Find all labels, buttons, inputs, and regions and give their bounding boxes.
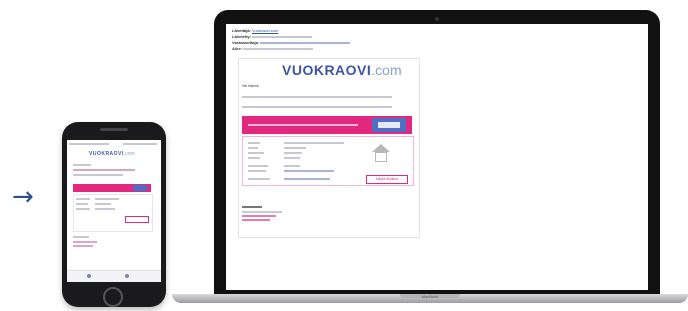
detail-value bbox=[284, 170, 334, 172]
arrow-right-icon: → bbox=[12, 182, 34, 212]
detail-label bbox=[248, 178, 270, 180]
laptop-screen: Lähettäjä: Vuokraovi.com Lähetetty: Vast… bbox=[226, 24, 648, 290]
phone-detail-line bbox=[95, 203, 111, 205]
detail-label bbox=[248, 157, 260, 159]
phone-signature-line bbox=[73, 245, 93, 247]
signature-line bbox=[242, 206, 262, 208]
phone-email-logo: VUOKRAOVI.com bbox=[89, 151, 135, 157]
phone-status-bar bbox=[69, 143, 109, 145]
phone-detail-line bbox=[76, 208, 90, 210]
signature-link[interactable] bbox=[242, 215, 276, 217]
detail-label bbox=[248, 152, 264, 154]
detail-value bbox=[284, 178, 330, 180]
phone-banner-badge bbox=[133, 185, 147, 191]
email-text-line bbox=[242, 96, 392, 98]
detail-label bbox=[248, 147, 258, 149]
detail-value bbox=[284, 152, 302, 154]
laptop-brand-label: MacBook bbox=[421, 294, 439, 299]
signature-link[interactable] bbox=[242, 219, 270, 221]
email-text-line bbox=[242, 106, 392, 108]
signature-line bbox=[242, 211, 282, 213]
phone-signature-line bbox=[73, 236, 89, 238]
phone-toolbar bbox=[123, 143, 157, 145]
phone-home-button[interactable] bbox=[103, 287, 123, 307]
phone-text-line bbox=[73, 169, 135, 171]
cta-button[interactable]: Näytä ilmoitus bbox=[366, 175, 408, 184]
house-icon-body bbox=[375, 152, 387, 162]
phone-detail-line bbox=[95, 208, 115, 210]
email-header-from: Lähettäjä: Vuokraovi.com bbox=[232, 28, 279, 33]
phone-text-line bbox=[73, 174, 123, 176]
phone-text-line bbox=[73, 164, 91, 166]
phone-bottom-toolbar bbox=[67, 270, 161, 282]
phone-compose-icon[interactable] bbox=[125, 274, 129, 278]
detail-value bbox=[284, 165, 300, 167]
email-header-subject: Aihe: bbox=[232, 46, 314, 51]
detail-label bbox=[248, 142, 260, 144]
email-greeting: Hei Hanna! bbox=[242, 84, 259, 88]
phone-detail-line bbox=[76, 198, 90, 200]
email-logo: VUOKRAOVI.com bbox=[282, 62, 402, 78]
detail-value bbox=[284, 157, 300, 159]
phone-cta-button[interactable] bbox=[125, 216, 149, 223]
banner-text-line bbox=[248, 124, 358, 126]
phone-signature-line bbox=[73, 241, 97, 243]
email-header-sent: Lähetetty: bbox=[232, 34, 313, 39]
laptop-camera bbox=[435, 17, 439, 21]
detail-value bbox=[284, 142, 344, 144]
phone-detail-line bbox=[76, 203, 88, 205]
phone-speaker bbox=[100, 128, 128, 131]
detail-label bbox=[248, 170, 266, 172]
phone-detail-line bbox=[95, 198, 119, 200]
phone-reply-icon[interactable] bbox=[87, 274, 91, 278]
phone-screen: VUOKRAOVI.com bbox=[67, 140, 161, 282]
banner-badge-mark bbox=[378, 122, 400, 128]
email-header-to: Vastaanottaja: bbox=[232, 40, 351, 45]
detail-label bbox=[248, 165, 268, 167]
house-icon bbox=[372, 144, 390, 152]
detail-value bbox=[284, 147, 306, 149]
